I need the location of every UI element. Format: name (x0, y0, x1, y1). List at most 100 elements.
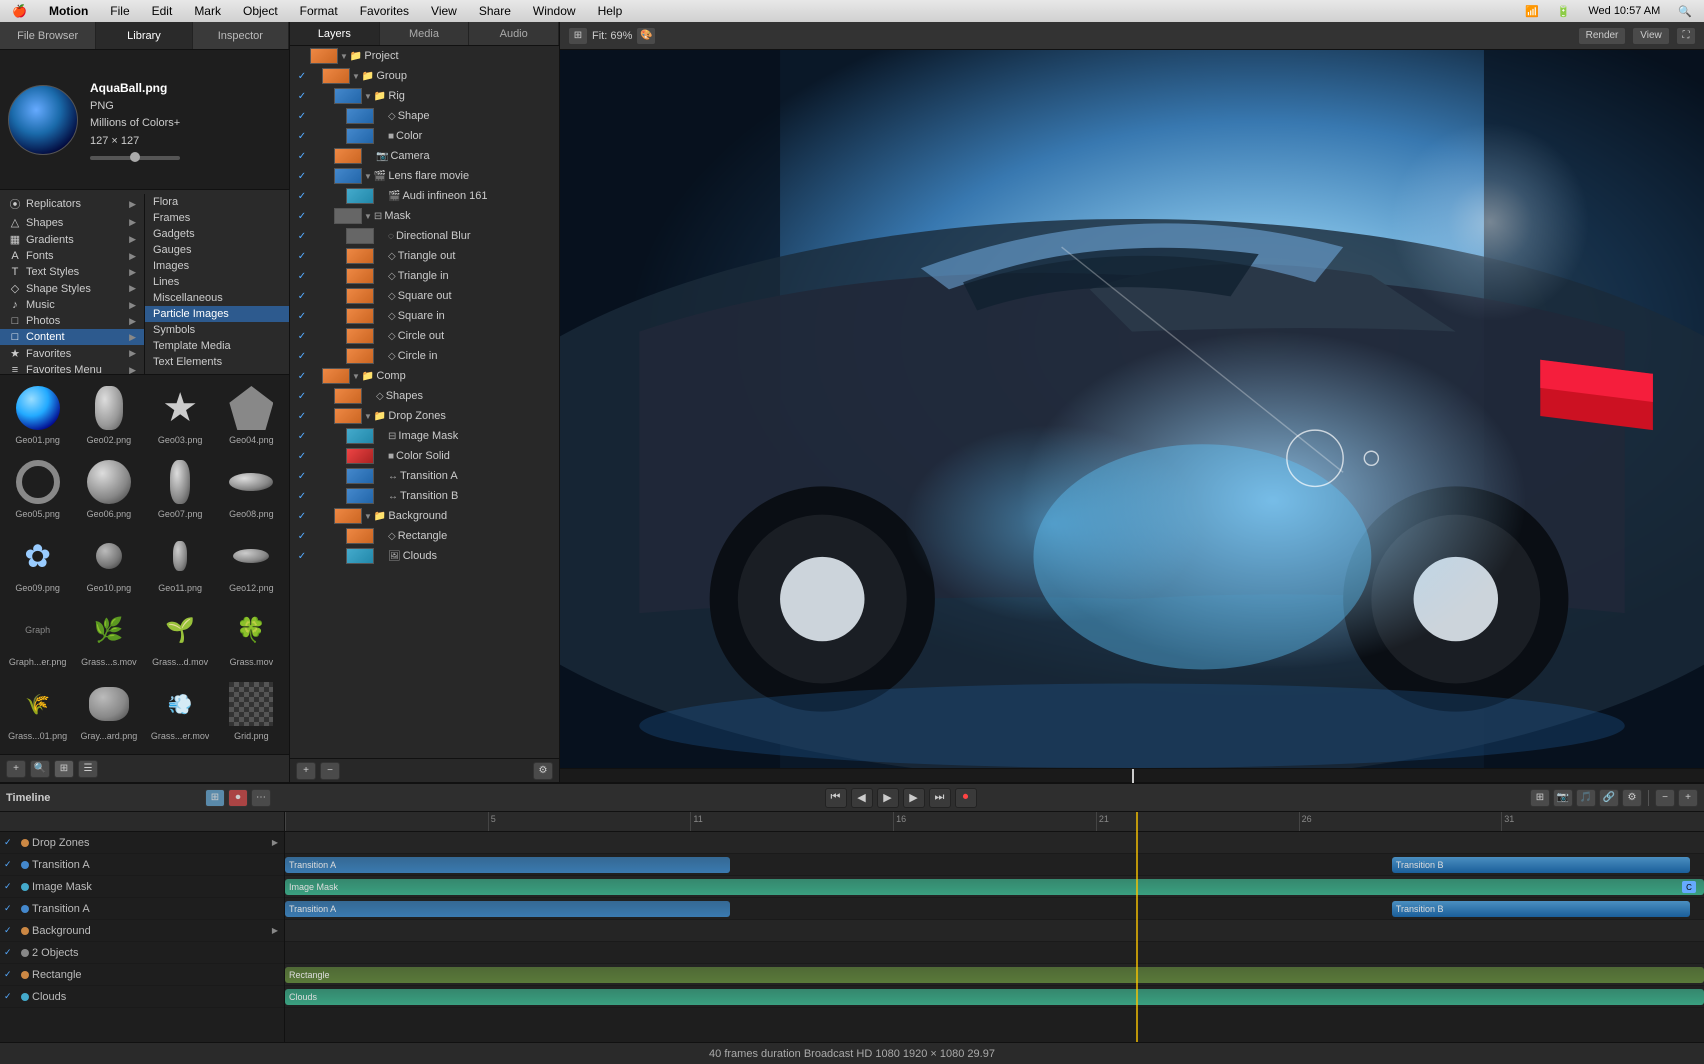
tab-layers[interactable]: Layers (290, 22, 380, 45)
layer-row-triangle-out[interactable]: ✓ ◇ Triangle out (290, 246, 559, 266)
lib-item-replicators[interactable]: ⦿Replicators▶ (0, 194, 144, 214)
menu-help[interactable]: Help (594, 3, 627, 19)
sublib-item-particle-images[interactable]: Particle Images (145, 306, 289, 322)
lib-item-content[interactable]: □Content▶ (0, 329, 144, 345)
tl-row-image-mask-2[interactable]: ✓ Image Mask (0, 876, 284, 898)
layer-row-audi-infineon-161[interactable]: ✓ 🎬 Audi infineon 161 (290, 186, 559, 206)
timeline-tracks[interactable]: 5111621263136 Transition ATransition BCI… (285, 812, 1704, 1042)
asset-grass---01-png[interactable]: 🌾Grass...01.png (4, 675, 71, 745)
zoom-in-btn[interactable]: + (1678, 789, 1698, 807)
layer-row-camera[interactable]: ✓ 📷 Camera (290, 146, 559, 166)
timeline-camera-btn[interactable]: 📷 (1553, 789, 1573, 807)
asset-geo02-png[interactable]: Geo02.png (75, 379, 142, 449)
layer-row-transition-a[interactable]: ✓ ↔ Transition A (290, 466, 559, 486)
tl-row-transition-a-1[interactable]: ✓ Transition A (0, 854, 284, 876)
asset-geo09-png[interactable]: ✿Geo09.png (4, 527, 71, 597)
layer-row-rig[interactable]: ✓ ▼ 📁 Rig (290, 86, 559, 106)
record-btn[interactable]: ⏺ (955, 788, 977, 808)
asset-grass---d-mov[interactable]: 🌱Grass...d.mov (147, 601, 214, 671)
list-view-button[interactable]: ☰ (78, 760, 98, 778)
lib-item-favorites[interactable]: ★Favorites▶ (0, 345, 144, 362)
layer-row-lens-flare-movie[interactable]: ✓ ▼ 🎬 Lens flare movie (290, 166, 559, 186)
fullscreen-button[interactable]: ⛶ (1676, 27, 1696, 45)
sublib-item-gauges[interactable]: Gauges (145, 242, 289, 258)
asset-gray---ard-png[interactable]: Gray...ard.png (75, 675, 142, 745)
menu-object[interactable]: Object (239, 3, 282, 19)
search-icon[interactable]: 🔍 (1674, 4, 1696, 19)
tl-row-transition-a-3[interactable]: ✓ Transition A (0, 898, 284, 920)
sublib-item-gadgets[interactable]: Gadgets (145, 226, 289, 242)
asset-geo07-png[interactable]: Geo07.png (147, 453, 214, 523)
asset-geo11-png[interactable]: Geo11.png (147, 527, 214, 597)
layer-row-circle-out[interactable]: ✓ ◇ Circle out (290, 326, 559, 346)
layer-row-drop-zones[interactable]: ✓ ▼ 📁 Drop Zones (290, 406, 559, 426)
asset-grass-mov[interactable]: 🍀Grass.mov (218, 601, 285, 671)
layer-row-mask[interactable]: ✓ ▼ ⊟ Mask (290, 206, 559, 226)
sublib-item-lines[interactable]: Lines (145, 274, 289, 290)
lib-item-shape-styles[interactable]: ◇Shape Styles▶ (0, 280, 144, 297)
zoom-out-btn[interactable]: − (1655, 789, 1675, 807)
sublib-item-flora[interactable]: Flora (145, 194, 289, 210)
lib-item-music[interactable]: ♪Music▶ (0, 297, 144, 313)
menu-mark[interactable]: Mark (190, 3, 225, 19)
tab-library[interactable]: Library (96, 22, 192, 49)
lib-item-fonts[interactable]: AFonts▶ (0, 248, 144, 264)
view-button[interactable]: View (1632, 27, 1670, 45)
timeline-grid-btn[interactable]: ⊞ (205, 789, 225, 807)
search-button[interactable]: 🔍 (30, 760, 50, 778)
tab-file-browser[interactable]: File Browser (0, 22, 96, 49)
layer-row-triangle-in[interactable]: ✓ ◇ Triangle in (290, 266, 559, 286)
menu-share[interactable]: Share (475, 3, 515, 19)
layers-delete-button[interactable]: − (320, 762, 340, 780)
asset-grid-png[interactable]: Grid.png (218, 675, 285, 745)
prev-frame-btn[interactable]: ◀ (851, 788, 873, 808)
layer-row-transition-b[interactable]: ✓ ↔ Transition B (290, 486, 559, 506)
tab-inspector[interactable]: Inspector (193, 22, 289, 49)
menu-edit[interactable]: Edit (148, 3, 177, 19)
menu-favorites[interactable]: Favorites (356, 3, 413, 19)
goto-end-btn[interactable]: ⏭ (929, 788, 951, 808)
layer-row-square-out[interactable]: ✓ ◇ Square out (290, 286, 559, 306)
asset-geo04-png[interactable]: Geo04.png (218, 379, 285, 449)
layer-row-directional-blur[interactable]: ✓ ◌ Directional Blur (290, 226, 559, 246)
layer-row-clouds[interactable]: ✓ 🖼 Clouds (290, 546, 559, 566)
lib-item-shapes[interactable]: △Shapes▶ (0, 214, 144, 231)
layer-row-rectangle[interactable]: ✓ ◇ Rectangle (290, 526, 559, 546)
asset-graph---er-png[interactable]: GraphGraph...er.png (4, 601, 71, 671)
tl-row-background-4[interactable]: ✓ Background ▶ (0, 920, 284, 942)
menu-window[interactable]: Window (529, 3, 580, 19)
asset-geo12-png[interactable]: Geo12.png (218, 527, 285, 597)
grid-view-button[interactable]: ⊞ (54, 760, 74, 778)
asset-geo03-png[interactable]: ★Geo03.png (147, 379, 214, 449)
tab-media[interactable]: Media (380, 22, 470, 45)
tl-row-rectangle-6[interactable]: ✓ Rectangle (0, 964, 284, 986)
tab-audio[interactable]: Audio (469, 22, 559, 45)
timeline-options-btn[interactable]: ⋯ (251, 789, 271, 807)
layer-row-square-in[interactable]: ✓ ◇ Square in (290, 306, 559, 326)
layer-row-color[interactable]: ✓ ■ Color (290, 126, 559, 146)
lib-item-photos[interactable]: □Photos▶ (0, 313, 144, 329)
timeline-settings-btn[interactable]: ⚙ (1622, 789, 1642, 807)
add-button[interactable]: + (6, 760, 26, 778)
menu-file[interactable]: File (106, 3, 133, 19)
sublib-item-miscellaneous[interactable]: Miscellaneous (145, 290, 289, 306)
tl-row-drop-zones-0[interactable]: ✓ Drop Zones ▶ (0, 832, 284, 854)
lib-item-text-styles[interactable]: TText Styles▶ (0, 264, 144, 280)
layer-row-group[interactable]: ✓ ▼ 📁 Group (290, 66, 559, 86)
layer-row-color-solid[interactable]: ✓ ■ Color Solid (290, 446, 559, 466)
asset-geo01-png[interactable]: Geo01.png (4, 379, 71, 449)
goto-start-btn[interactable]: ⏮ (825, 788, 847, 808)
app-name[interactable]: Motion (45, 3, 92, 19)
layer-row-shape[interactable]: ✓ ◇ Shape (290, 106, 559, 126)
layer-row-image-mask[interactable]: ✓ ⊟ Image Mask (290, 426, 559, 446)
layer-row-project[interactable]: ▼ 📁 Project (290, 46, 559, 66)
asset-geo06-png[interactable]: Geo06.png (75, 453, 142, 523)
layer-row-comp[interactable]: ✓ ▼ 📁 Comp (290, 366, 559, 386)
timeline-view-btn1[interactable]: ⊞ (1530, 789, 1550, 807)
layer-row-background[interactable]: ✓ ▼ 📁 Background (290, 506, 559, 526)
sublib-item-frames[interactable]: Frames (145, 210, 289, 226)
timeline-audio-btn[interactable]: 🎵 (1576, 789, 1596, 807)
fit-button[interactable]: ⊞ (568, 27, 588, 45)
asset-geo10-png[interactable]: Geo10.png (75, 527, 142, 597)
menu-format[interactable]: Format (296, 3, 342, 19)
